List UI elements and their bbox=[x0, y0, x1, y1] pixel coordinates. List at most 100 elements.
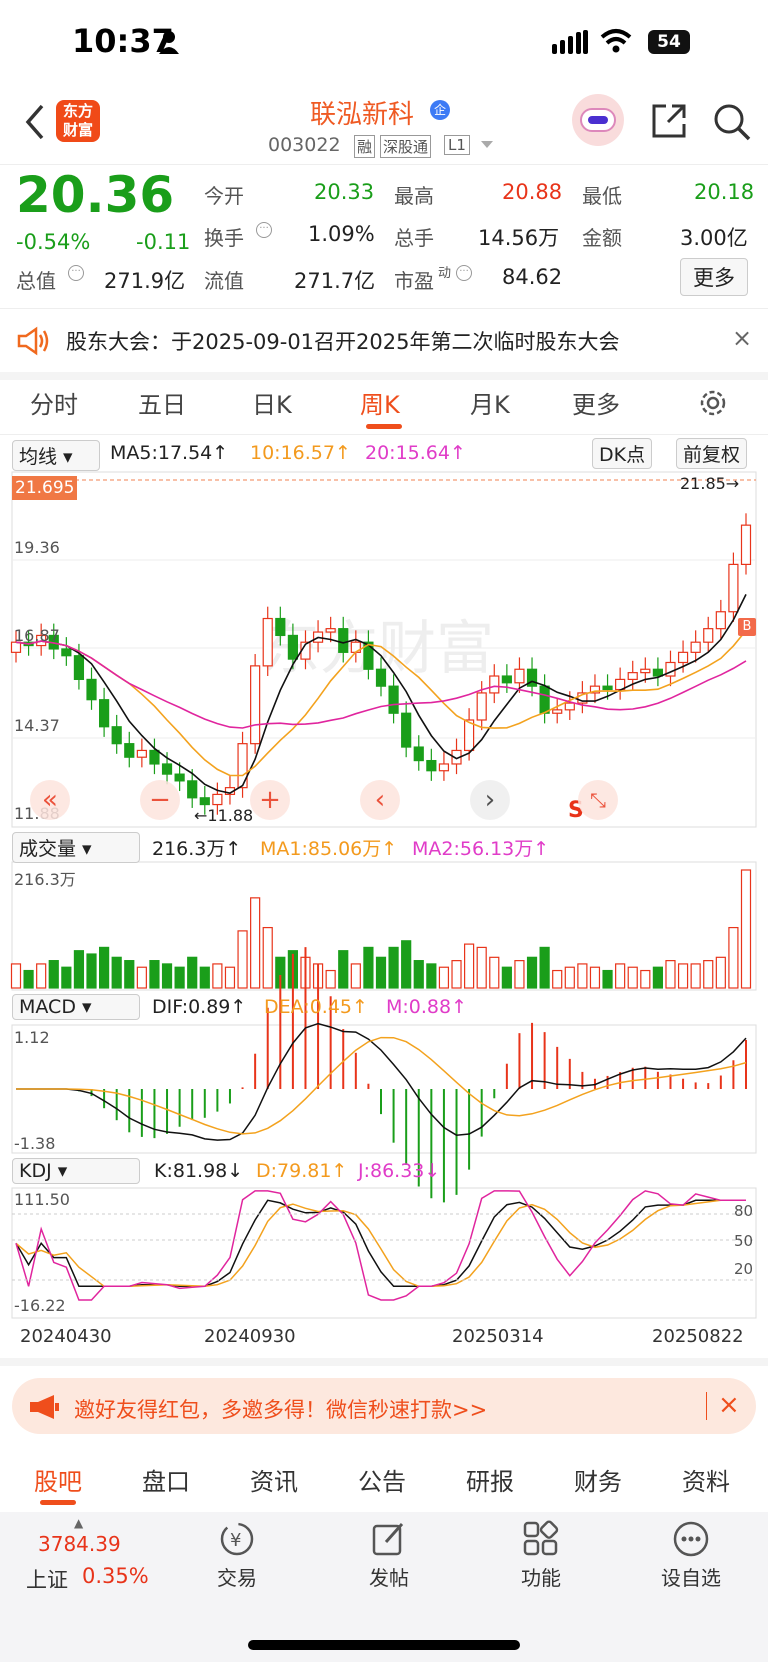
volume-bar bbox=[124, 960, 135, 989]
zoom-out-button[interactable]: − bbox=[140, 780, 180, 820]
dock-post[interactable]: 发帖 bbox=[339, 1562, 439, 1591]
macd-m: M:0.88↑ bbox=[386, 996, 468, 1018]
more-dots-icon[interactable] bbox=[672, 1520, 710, 1558]
ma10-value: 10:16.57↑ bbox=[250, 442, 351, 464]
search-icon[interactable] bbox=[712, 102, 752, 142]
volume-bar bbox=[703, 960, 714, 989]
candle-body bbox=[728, 563, 739, 613]
index-arrow-icon: ▲ bbox=[74, 1516, 84, 1530]
info-icon[interactable]: ··· bbox=[456, 265, 472, 281]
ma-select[interactable]: 均线 ▾ bbox=[12, 440, 100, 471]
volume-bar bbox=[489, 956, 500, 989]
volume-bar bbox=[224, 966, 236, 989]
volume-select[interactable]: 成交量 ▾ bbox=[12, 832, 140, 863]
volume-bar bbox=[526, 956, 538, 989]
tab-guba[interactable]: 股吧 bbox=[34, 1462, 82, 1497]
fullscreen-expand-button[interactable]: ⤡ bbox=[578, 780, 618, 820]
close-icon[interactable]: × bbox=[732, 324, 752, 352]
volume-bar bbox=[501, 966, 512, 989]
kdj-select[interactable]: KDJ ▾ bbox=[12, 1158, 140, 1184]
app-logo[interactable]: 东方 财富 bbox=[56, 100, 100, 142]
volume-bar bbox=[23, 969, 34, 989]
close-icon[interactable]: × bbox=[718, 1390, 740, 1420]
volume-bar bbox=[602, 969, 613, 989]
promo-divider bbox=[706, 1392, 707, 1420]
macd-select[interactable]: MACD ▾ bbox=[12, 994, 140, 1020]
megaphone-icon bbox=[30, 1395, 59, 1419]
k-line bbox=[15, 1199, 746, 1288]
function-grid-icon[interactable] bbox=[522, 1520, 560, 1558]
info-icon[interactable]: ··· bbox=[68, 265, 84, 281]
candle-body bbox=[111, 726, 122, 745]
candle-body bbox=[552, 709, 563, 714]
volume-bar bbox=[174, 966, 185, 989]
tab-finance[interactable]: 财务 bbox=[574, 1462, 622, 1497]
dock-function[interactable]: 功能 bbox=[491, 1562, 591, 1591]
share-icon[interactable] bbox=[650, 102, 688, 140]
tab-announcement[interactable]: 公告 bbox=[358, 1462, 406, 1497]
index-value[interactable]: 3784.39 bbox=[38, 1532, 121, 1556]
open-label: 今开 bbox=[204, 184, 244, 208]
change-percent: -0.54% bbox=[16, 230, 91, 254]
dock-add-watchlist[interactable]: 设自选 bbox=[641, 1562, 741, 1591]
next-button[interactable]: › bbox=[470, 780, 510, 820]
adjust-button[interactable]: 前复权 bbox=[676, 438, 748, 469]
volume-bar bbox=[388, 946, 399, 989]
volume-bar bbox=[564, 966, 575, 989]
candle-body bbox=[489, 675, 500, 694]
candle-body bbox=[174, 773, 185, 782]
tab-news[interactable]: 资讯 bbox=[250, 1462, 298, 1497]
candle-body bbox=[136, 749, 147, 758]
prev-button[interactable]: ‹ bbox=[360, 780, 400, 820]
index-name[interactable]: 上证 bbox=[26, 1564, 68, 1594]
volume-bar bbox=[728, 926, 739, 989]
dk-point-button[interactable]: DK点 bbox=[592, 438, 653, 469]
info-icon[interactable]: ··· bbox=[256, 222, 272, 238]
volume-bar bbox=[740, 869, 752, 989]
promo-text[interactable]: 邀好友得红包，多邀多得！微信秒速打款>> bbox=[74, 1394, 487, 1424]
tab-monthly-k[interactable]: 月K bbox=[470, 385, 510, 420]
volume-bar bbox=[199, 966, 210, 989]
volume-label: 总手 bbox=[394, 226, 434, 250]
divider bbox=[0, 434, 768, 435]
tab-more[interactable]: 更多 bbox=[572, 385, 620, 420]
scroll-left-fast-button[interactable]: « bbox=[30, 780, 70, 820]
volume-bar bbox=[627, 966, 638, 989]
tab-5day[interactable]: 五日 bbox=[138, 385, 186, 420]
robot-assistant-icon[interactable] bbox=[572, 94, 624, 146]
trade-yen-icon[interactable]: ¥ bbox=[218, 1520, 256, 1558]
index-pct[interactable]: 0.35% bbox=[82, 1564, 149, 1588]
candle-body bbox=[703, 628, 714, 643]
last-price: 20.36 bbox=[16, 166, 175, 224]
tab-daily-k[interactable]: 日K bbox=[252, 385, 292, 420]
back-arrow-icon[interactable] bbox=[22, 104, 48, 140]
tab-intraday[interactable]: 分时 bbox=[30, 385, 78, 420]
date-label-3: 20250314 bbox=[452, 1326, 544, 1347]
tab-profile[interactable]: 资料 bbox=[682, 1462, 730, 1497]
pe-superscript: 动 bbox=[438, 266, 452, 281]
tab-pankou[interactable]: 盘口 bbox=[142, 1462, 190, 1497]
settings-gear-icon[interactable] bbox=[698, 388, 728, 418]
candle-body bbox=[124, 743, 135, 758]
amount-label: 金额 bbox=[582, 226, 622, 250]
candle-body bbox=[438, 763, 450, 772]
volume-bar bbox=[187, 956, 198, 989]
candle-body bbox=[627, 672, 638, 681]
zoom-in-button[interactable]: + bbox=[250, 780, 290, 820]
kline-chart[interactable]: 东方财富 bbox=[0, 470, 768, 1350]
candle-body bbox=[338, 628, 349, 653]
signal-icon bbox=[552, 30, 588, 54]
stock-name: 联泓新科 bbox=[310, 100, 415, 130]
dif-line bbox=[16, 1022, 747, 1141]
dropdown-icon[interactable] bbox=[480, 140, 494, 150]
more-button[interactable]: 更多 bbox=[680, 258, 748, 296]
tab-weekly-k[interactable]: 周K bbox=[360, 385, 400, 420]
y-label-3: 14.37 bbox=[14, 716, 60, 735]
stock-code: 003022 bbox=[268, 134, 341, 156]
candle-body bbox=[476, 692, 487, 721]
dock-trade[interactable]: 交易 bbox=[187, 1562, 287, 1591]
tab-research[interactable]: 研报 bbox=[466, 1462, 514, 1497]
post-edit-icon[interactable] bbox=[370, 1520, 408, 1558]
divider bbox=[0, 308, 768, 309]
notice-text[interactable]: 股东大会：于2025-09-01召开2025年第二次临时股东大会 bbox=[66, 326, 619, 356]
